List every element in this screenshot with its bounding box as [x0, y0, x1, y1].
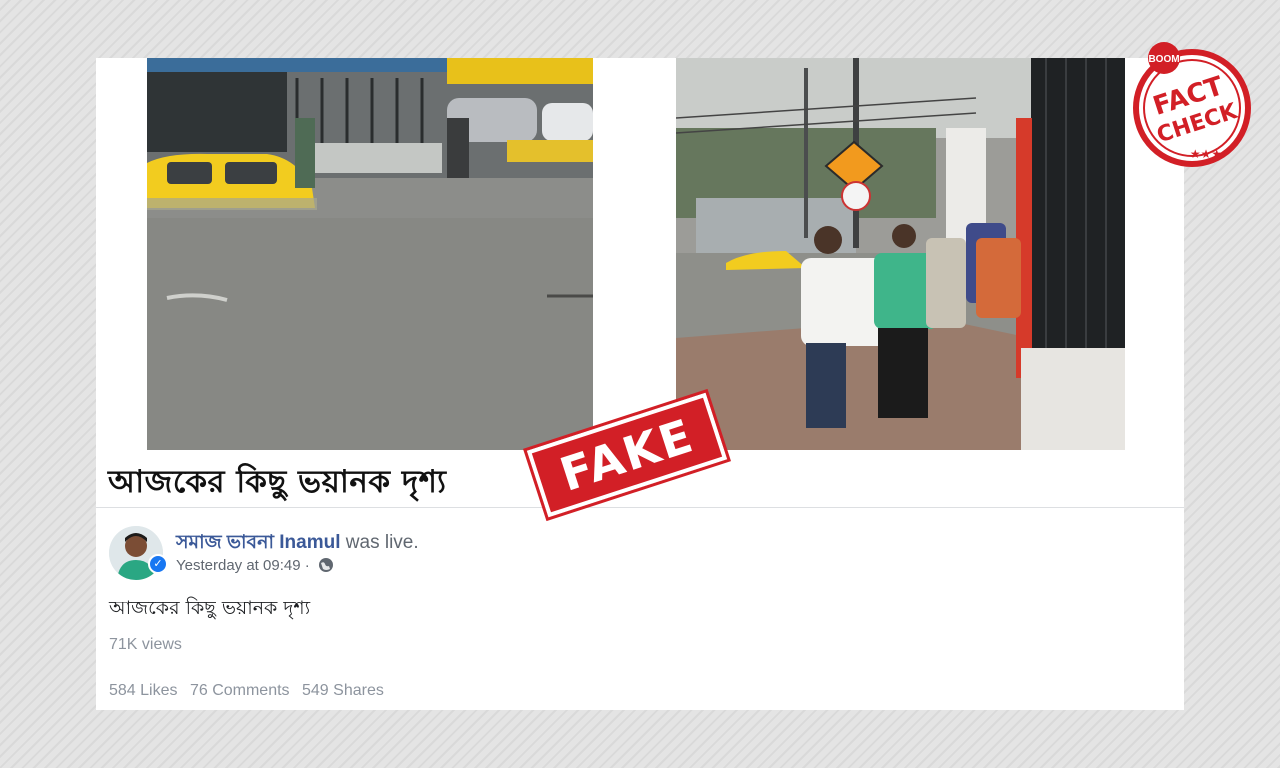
verified-badge-icon: ✓	[148, 554, 168, 574]
fact-check-seal: BOOM FACT CHECK ★★★	[1133, 42, 1251, 167]
likes-count-link[interactable]: 584 Likes	[109, 682, 178, 699]
shares-count-link[interactable]: 549 Shares	[302, 682, 384, 699]
meta-separator: ·	[304, 557, 310, 574]
video-frame-left[interactable]	[147, 58, 593, 450]
seal-stars: ★★★	[1190, 147, 1222, 161]
seal-brand-text: BOOM	[1148, 54, 1179, 65]
divider	[96, 507, 1184, 508]
author-line: সমাজ ভাবনা Inamul was live.	[176, 528, 419, 560]
post-text: আজকের কিছু ভয়ানক দৃশ্য	[109, 597, 311, 619]
globe-icon[interactable]	[318, 557, 334, 573]
people-watching-flood-scene	[676, 58, 1125, 450]
author-name-link[interactable]: সমাজ ভাবনা Inamul	[176, 532, 341, 553]
video-frame-right[interactable]	[676, 58, 1125, 450]
comments-count-link[interactable]: 76 Comments	[190, 682, 290, 699]
view-count: 71K views	[109, 636, 182, 653]
post-meta: Yesterday at 09:49 ·	[176, 557, 334, 574]
post-headline: আজকের কিছু ভয়ানক দৃশ্য	[108, 464, 447, 500]
flooded-street-scene	[147, 58, 593, 450]
post-timestamp-link[interactable]: Yesterday at 09:49	[176, 557, 301, 574]
facebook-post-card: আজকের কিছু ভয়ানক দৃশ্য ✓ সমাজ ভাবনা Ina…	[96, 58, 1184, 710]
engagement-stats: 584 Likes 76 Comments 549 Shares	[109, 682, 392, 700]
live-status-text: was live.	[345, 532, 419, 553]
